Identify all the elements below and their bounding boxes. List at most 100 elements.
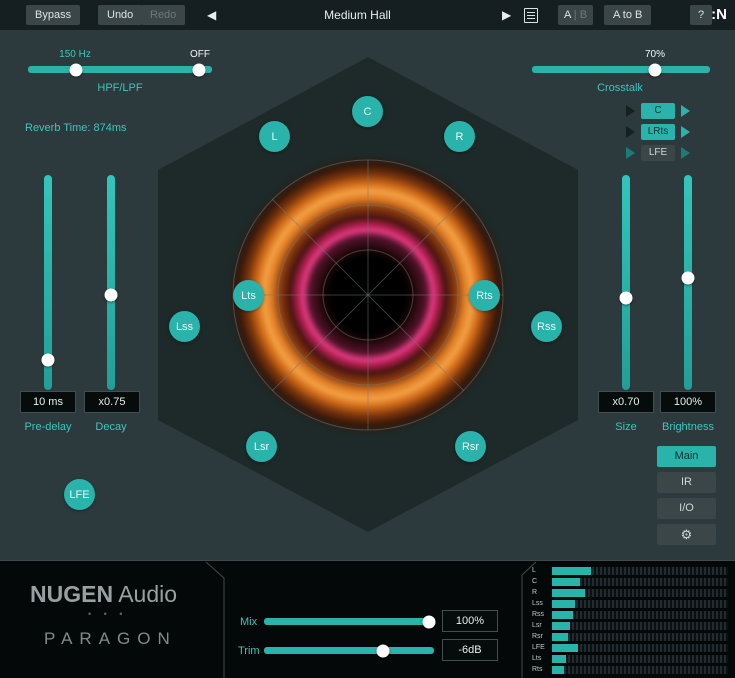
mix-slider[interactable]	[264, 618, 434, 625]
trim-slider-handle[interactable]	[377, 644, 390, 657]
polar-grid	[158, 57, 578, 532]
trim-slider[interactable]	[264, 647, 434, 654]
meter-track	[552, 666, 728, 674]
meter-channel-label: Rsr	[532, 632, 552, 641]
meter-row: Lts	[532, 654, 728, 663]
brand-logo: NUGEN Audio	[30, 581, 177, 608]
channel-node-lts[interactable]: Lts	[233, 280, 264, 311]
chevron-right-icon[interactable]	[626, 126, 635, 138]
channel-node-lss[interactable]: Lss	[169, 311, 200, 342]
meter-level-fill	[552, 655, 566, 663]
undo-button[interactable]: Undo	[98, 5, 142, 25]
meter-channel-label: R	[532, 588, 552, 597]
crosstalk-value-label: 70%	[630, 49, 680, 60]
meter-row: L	[532, 566, 728, 575]
decay-slider-handle[interactable]	[105, 289, 118, 302]
top-toolbar: Bypass Undo Redo ◀ Medium Hall ▶ A | B A…	[0, 0, 735, 30]
channel-node-rsr[interactable]: Rsr	[455, 431, 486, 462]
size-slider-handle[interactable]	[620, 291, 633, 304]
brightness-label: Brightness	[648, 421, 728, 433]
help-button[interactable]: ?	[690, 5, 712, 25]
size-value[interactable]: x0.70	[598, 391, 654, 413]
meter-track	[552, 622, 728, 630]
crosstalk-caption: Crosstalk	[565, 82, 675, 94]
footer-panel: NUGEN Audio • • • PARAGON Mix 100% Trim …	[0, 560, 735, 678]
channel-node-c[interactable]: C	[352, 96, 383, 127]
chevron-right-icon[interactable]	[681, 147, 690, 159]
mix-slider-handle[interactable]	[422, 615, 435, 628]
channel-node-rts[interactable]: Rts	[469, 280, 500, 311]
decay-label: Decay	[71, 421, 151, 433]
size-slider[interactable]	[622, 175, 630, 390]
hpf-lpf-caption: HPF/LPF	[70, 82, 170, 94]
previous-preset-icon[interactable]: ◀	[207, 7, 216, 23]
predelay-slider-handle[interactable]	[42, 353, 55, 366]
mix-value[interactable]: 100%	[442, 610, 498, 632]
meter-level-fill	[552, 567, 591, 575]
mix-label: Mix	[240, 616, 257, 628]
decay-slider[interactable]	[107, 175, 115, 390]
tab-main[interactable]: Main	[657, 446, 716, 467]
meter-level-fill	[552, 578, 580, 586]
hpf-slider-handle[interactable]	[69, 63, 82, 76]
routing-lfe-button[interactable]: LFE	[641, 145, 675, 161]
meter-level-fill	[552, 666, 564, 674]
meter-row: Rss	[532, 610, 728, 619]
settings-gear-button[interactable]: ⚙	[657, 524, 716, 545]
preset-menu-icon[interactable]	[524, 8, 538, 23]
ab-compare-button[interactable]: A | B	[558, 5, 593, 25]
hpf-lpf-slider[interactable]	[28, 66, 212, 73]
ab-separator: |	[574, 9, 577, 21]
channel-node-l[interactable]: L	[259, 121, 290, 152]
bypass-button[interactable]: Bypass	[26, 5, 80, 25]
predelay-value[interactable]: 10 ms	[20, 391, 76, 413]
routing-c-button[interactable]: C	[641, 103, 675, 119]
meter-track	[552, 589, 728, 597]
lpf-slider-handle[interactable]	[193, 63, 206, 76]
meter-list: LCRLssRssLsrRsrLFELtsRts	[532, 566, 728, 674]
a-to-b-button[interactable]: A to B	[604, 5, 651, 25]
chevron-right-icon[interactable]	[626, 105, 635, 117]
channel-node-rss[interactable]: Rss	[531, 311, 562, 342]
trim-value[interactable]: -6dB	[442, 639, 498, 661]
preset-name[interactable]: Medium Hall	[280, 8, 435, 22]
channel-node-lfe[interactable]: LFE	[64, 479, 95, 510]
chevron-right-icon[interactable]	[626, 147, 635, 159]
meter-track	[552, 578, 728, 586]
brightness-value[interactable]: 100%	[660, 391, 716, 413]
meter-level-fill	[552, 600, 575, 608]
redo-button[interactable]: Redo	[141, 5, 185, 25]
tab-io[interactable]: I/O	[657, 498, 716, 519]
routing-row-c: C	[618, 102, 698, 120]
meter-row: LFE	[532, 643, 728, 652]
brand-dots: • • •	[88, 609, 127, 619]
routing-lrts-button[interactable]: LRts	[641, 124, 675, 140]
meter-level-fill	[552, 611, 573, 619]
brightness-slider-handle[interactable]	[682, 272, 695, 285]
brand-nugen: NUGEN	[30, 581, 113, 607]
hpf-value-label: 150 Hz	[50, 49, 100, 60]
meter-channel-label: C	[532, 577, 552, 586]
decay-value[interactable]: x0.75	[84, 391, 140, 413]
chevron-right-icon[interactable]	[681, 105, 690, 117]
meter-track	[552, 567, 728, 575]
routing-row-lrts: LRts	[618, 123, 698, 141]
product-name: PARAGON	[44, 629, 177, 649]
meter-track	[552, 600, 728, 608]
channel-node-lsr[interactable]: Lsr	[246, 431, 277, 462]
meter-level-fill	[552, 633, 568, 641]
crosstalk-slider-handle[interactable]	[648, 63, 661, 76]
meter-track	[552, 633, 728, 641]
meter-row: R	[532, 588, 728, 597]
meter-channel-label: Lsr	[532, 621, 552, 630]
channel-node-r[interactable]: R	[444, 121, 475, 152]
meter-track	[552, 655, 728, 663]
crosstalk-slider[interactable]	[532, 66, 710, 73]
tab-ir[interactable]: IR	[657, 472, 716, 493]
brightness-slider[interactable]	[684, 175, 692, 390]
chevron-right-icon[interactable]	[681, 126, 690, 138]
meter-channel-label: Lss	[532, 599, 552, 608]
predelay-slider[interactable]	[44, 175, 52, 390]
meter-channel-label: LFE	[532, 643, 552, 652]
next-preset-icon[interactable]: ▶	[502, 7, 511, 23]
